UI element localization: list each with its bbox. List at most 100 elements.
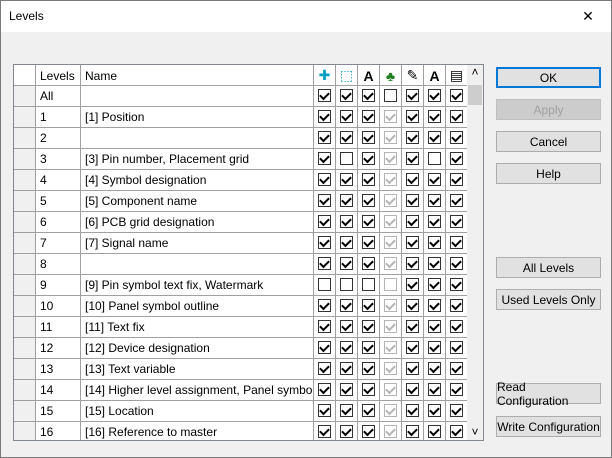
level-checkbox[interactable] (318, 362, 331, 375)
level-checkbox[interactable] (428, 131, 441, 144)
ok-button[interactable]: OK (496, 67, 601, 88)
row-selector[interactable] (14, 233, 36, 253)
name-cell[interactable]: [6] PCB grid designation (81, 212, 314, 232)
row-selector[interactable] (14, 149, 36, 169)
write-configuration-button[interactable]: Write Configuration (496, 416, 601, 437)
row-selector[interactable] (14, 191, 36, 211)
level-checkbox[interactable] (384, 236, 397, 249)
level-checkbox[interactable] (362, 215, 375, 228)
level-checkbox[interactable] (428, 257, 441, 270)
level-checkbox[interactable] (450, 320, 463, 333)
level-checkbox[interactable] (406, 425, 419, 438)
level-checkbox[interactable] (428, 404, 441, 417)
table-row[interactable]: 8 (14, 254, 483, 275)
level-checkbox[interactable] (318, 110, 331, 123)
table-row[interactable]: 1 [1] Position (14, 107, 483, 128)
level-checkbox[interactable] (450, 278, 463, 291)
level-checkbox[interactable] (340, 152, 353, 165)
row-selector[interactable] (14, 422, 36, 440)
row-selector[interactable] (14, 338, 36, 358)
table-row[interactable]: 16 [16] Reference to master (14, 422, 483, 440)
level-checkbox[interactable] (428, 194, 441, 207)
level-checkbox[interactable] (362, 89, 375, 102)
level-checkbox[interactable] (318, 257, 331, 270)
level-checkbox[interactable] (384, 89, 397, 102)
level-checkbox[interactable] (384, 299, 397, 312)
name-cell[interactable] (81, 128, 314, 148)
level-checkbox[interactable] (406, 383, 419, 396)
level-checkbox[interactable] (406, 194, 419, 207)
name-cell[interactable]: [11] Text fix (81, 317, 314, 337)
row-selector[interactable] (14, 380, 36, 400)
row-selector[interactable] (14, 170, 36, 190)
level-checkbox[interactable] (384, 215, 397, 228)
level-checkbox[interactable] (406, 341, 419, 354)
cancel-button[interactable]: Cancel (496, 131, 601, 152)
level-checkbox[interactable] (450, 257, 463, 270)
level-checkbox[interactable] (340, 257, 353, 270)
level-checkbox[interactable] (362, 110, 375, 123)
level-checkbox[interactable] (318, 299, 331, 312)
scroll-up-arrow[interactable]: ˄ (467, 65, 483, 82)
table-row[interactable]: 12 [12] Device designation (14, 338, 483, 359)
level-checkbox[interactable] (340, 362, 353, 375)
table-row[interactable]: 3 [3] Pin number, Placement grid (14, 149, 483, 170)
level-checkbox[interactable] (428, 362, 441, 375)
header-col-4[interactable]: ♣ (380, 65, 402, 86)
level-checkbox[interactable] (384, 194, 397, 207)
level-checkbox[interactable] (428, 215, 441, 228)
level-checkbox[interactable] (340, 320, 353, 333)
level-checkbox[interactable] (406, 278, 419, 291)
level-checkbox[interactable] (406, 131, 419, 144)
level-checkbox[interactable] (450, 215, 463, 228)
table-row[interactable]: 11 [11] Text fix (14, 317, 483, 338)
all-levels-button[interactable]: All Levels (496, 257, 601, 278)
level-checkbox[interactable] (406, 404, 419, 417)
level-checkbox[interactable] (450, 131, 463, 144)
table-row[interactable]: All (14, 86, 483, 107)
header-levels[interactable]: Levels (36, 65, 81, 86)
table-row[interactable]: 6 [6] PCB grid designation (14, 212, 483, 233)
level-checkbox[interactable] (450, 236, 463, 249)
close-button[interactable]: ✕ (565, 1, 611, 32)
level-checkbox[interactable] (428, 320, 441, 333)
level-checkbox[interactable] (384, 404, 397, 417)
scroll-down-arrow[interactable]: ˅ (467, 425, 483, 440)
level-checkbox[interactable] (362, 278, 375, 291)
name-cell[interactable] (81, 254, 314, 274)
level-checkbox[interactable] (384, 257, 397, 270)
level-checkbox[interactable] (318, 278, 331, 291)
table-row[interactable]: 13 [13] Text variable (14, 359, 483, 380)
level-checkbox[interactable] (450, 404, 463, 417)
table-row[interactable]: 4 [4] Symbol designation (14, 170, 483, 191)
level-checkbox[interactable] (406, 236, 419, 249)
level-checkbox[interactable] (428, 236, 441, 249)
level-checkbox[interactable] (384, 341, 397, 354)
level-checkbox[interactable] (340, 278, 353, 291)
level-checkbox[interactable] (428, 278, 441, 291)
row-selector[interactable] (14, 86, 36, 106)
level-checkbox[interactable] (362, 341, 375, 354)
header-col-7[interactable]: ▤ (446, 65, 468, 86)
scroll-thumb[interactable] (468, 85, 482, 105)
level-checkbox[interactable] (362, 404, 375, 417)
read-configuration-button[interactable]: Read Configuration (496, 380, 601, 408)
used-levels-only-button[interactable]: Used Levels Only (496, 289, 601, 310)
level-checkbox[interactable] (384, 383, 397, 396)
level-checkbox[interactable] (318, 131, 331, 144)
level-checkbox[interactable] (362, 257, 375, 270)
name-cell[interactable]: [1] Position (81, 107, 314, 127)
level-checkbox[interactable] (362, 425, 375, 438)
help-button[interactable]: Help (496, 163, 601, 184)
level-checkbox[interactable] (340, 173, 353, 186)
level-checkbox[interactable] (340, 341, 353, 354)
row-selector[interactable] (14, 296, 36, 316)
level-checkbox[interactable] (450, 362, 463, 375)
header-col-6[interactable]: A (424, 65, 446, 86)
level-checkbox[interactable] (384, 173, 397, 186)
name-cell[interactable]: [10] Panel symbol outline (81, 296, 314, 316)
row-selector[interactable] (14, 359, 36, 379)
level-checkbox[interactable] (428, 383, 441, 396)
level-checkbox[interactable] (450, 152, 463, 165)
level-checkbox[interactable] (318, 320, 331, 333)
